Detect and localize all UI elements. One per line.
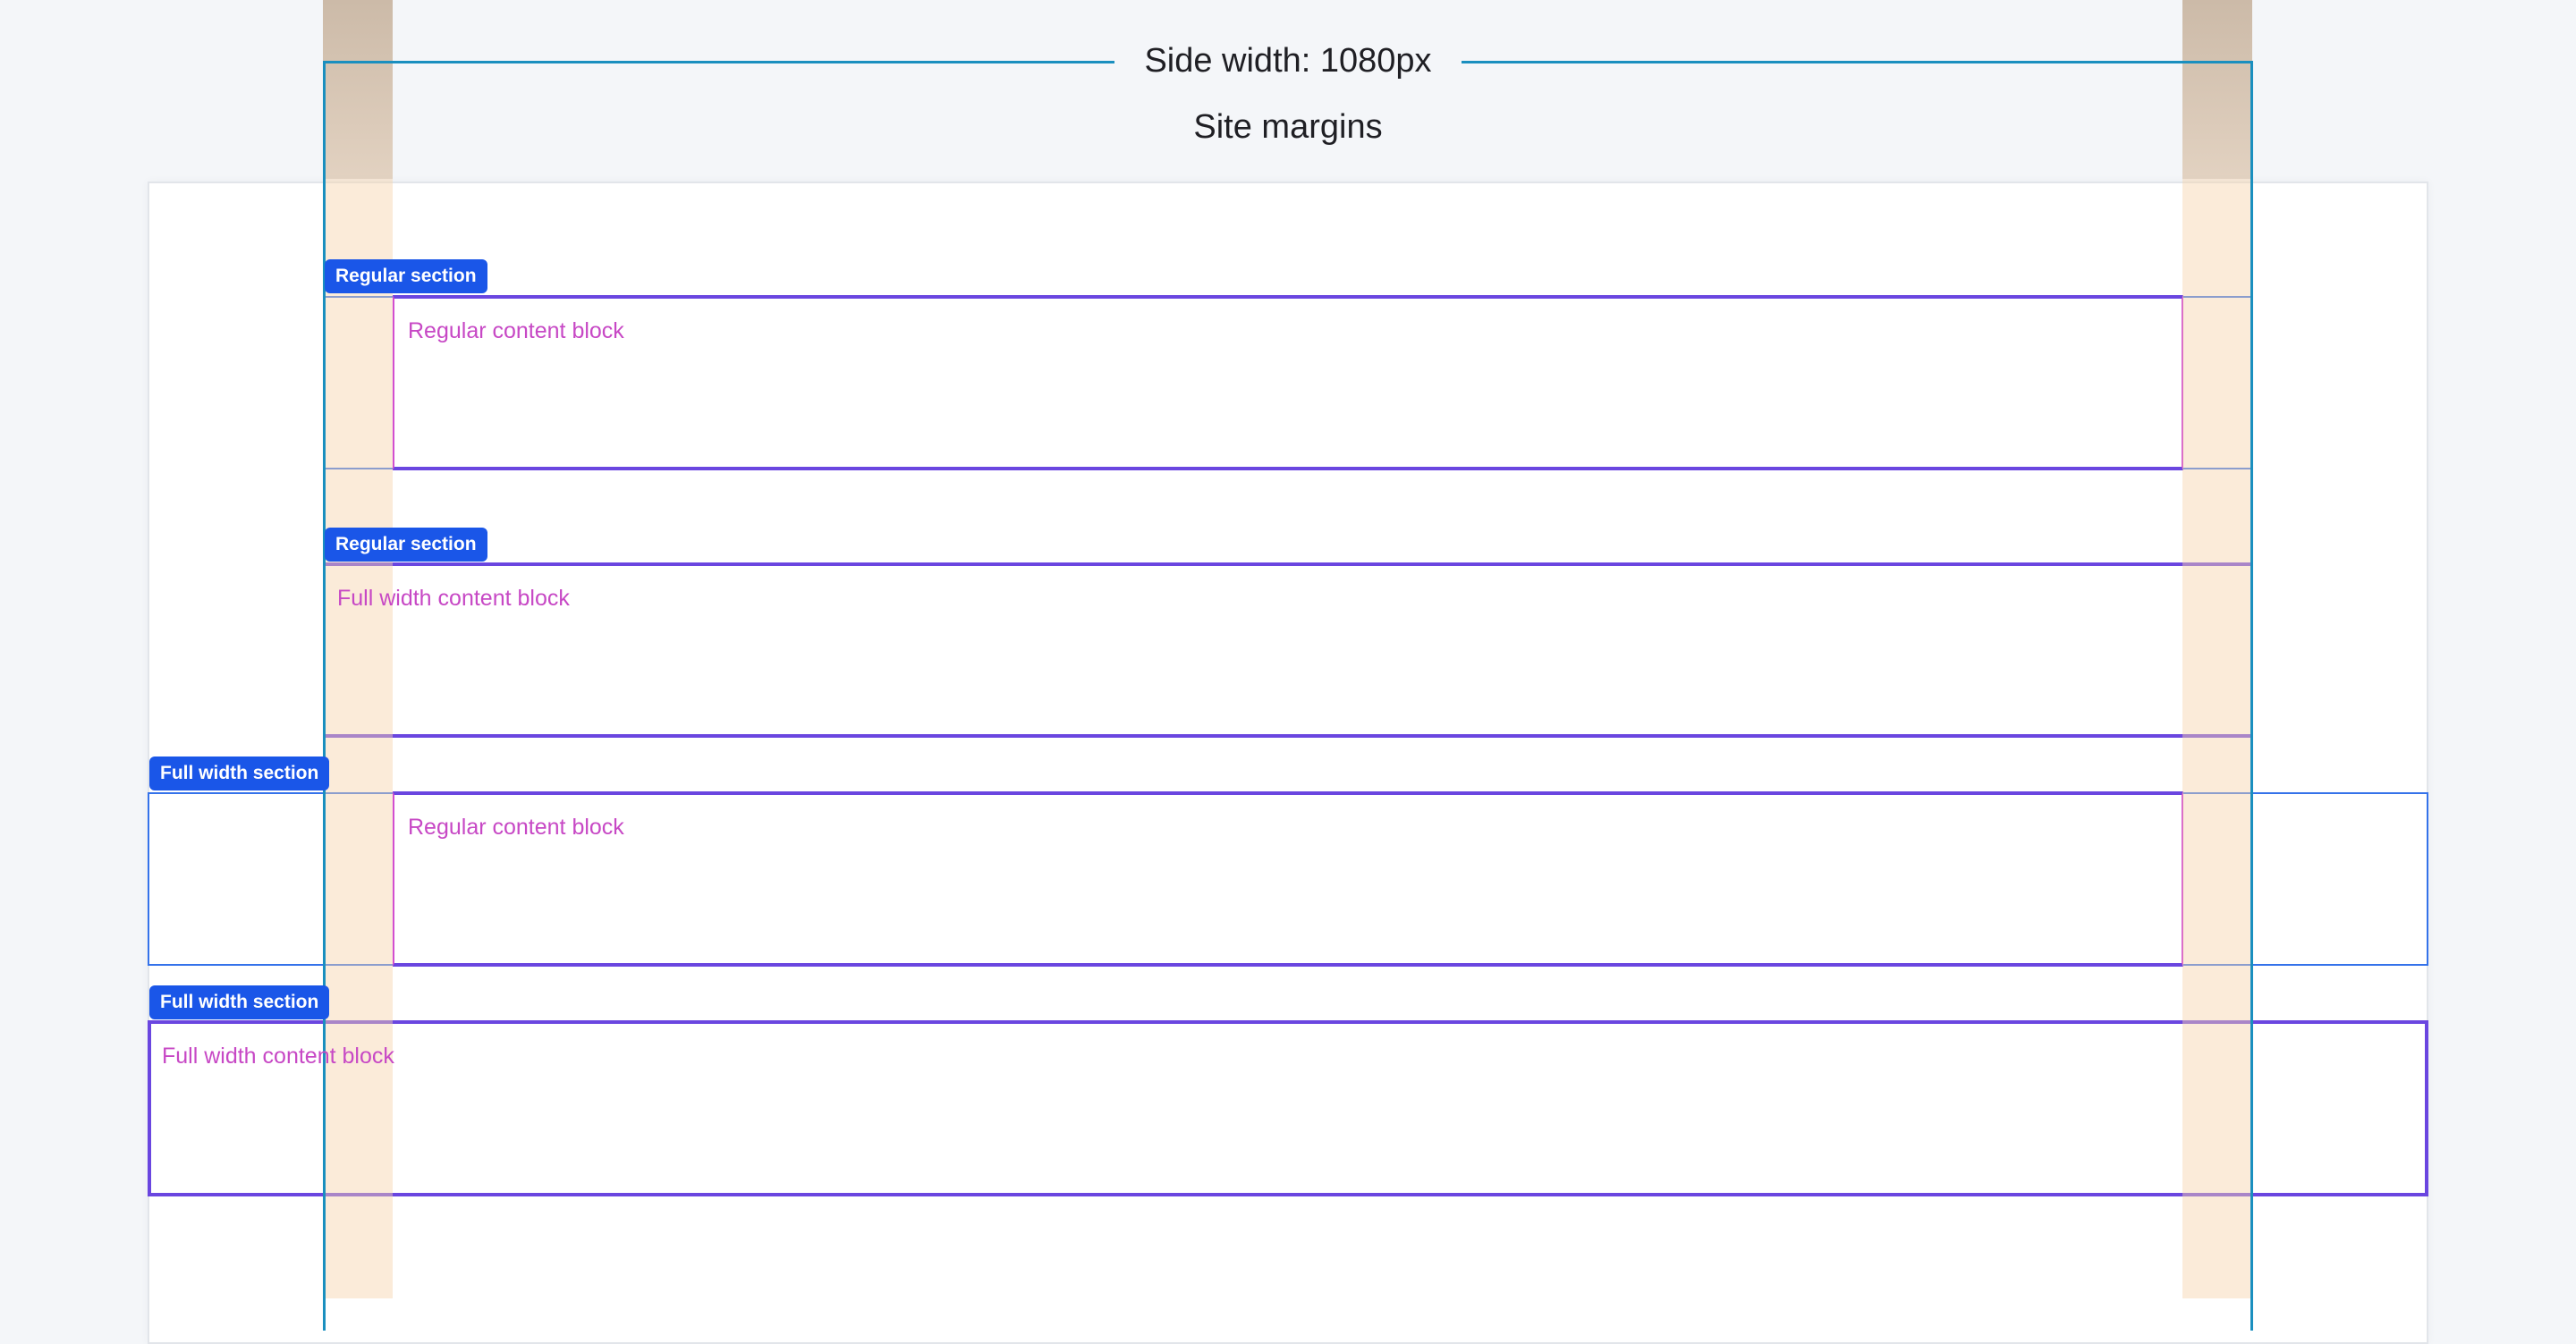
section-tag: Regular section [325,528,487,562]
site-width-frame [323,61,2253,1331]
section-tag: Full width section [149,757,330,790]
content-block-label: Regular content block [408,318,624,343]
site-margins-label: Site margins [1193,108,1383,146]
content-block-label: Full width content block [162,1044,394,1069]
site-width-title: Side width: 1080px [1114,39,1462,82]
section-tag: Regular section [325,259,487,293]
content-block-label: Full width content block [337,586,570,611]
content-block-label: Regular content block [408,815,624,840]
section-tag: Full width section [149,985,330,1019]
